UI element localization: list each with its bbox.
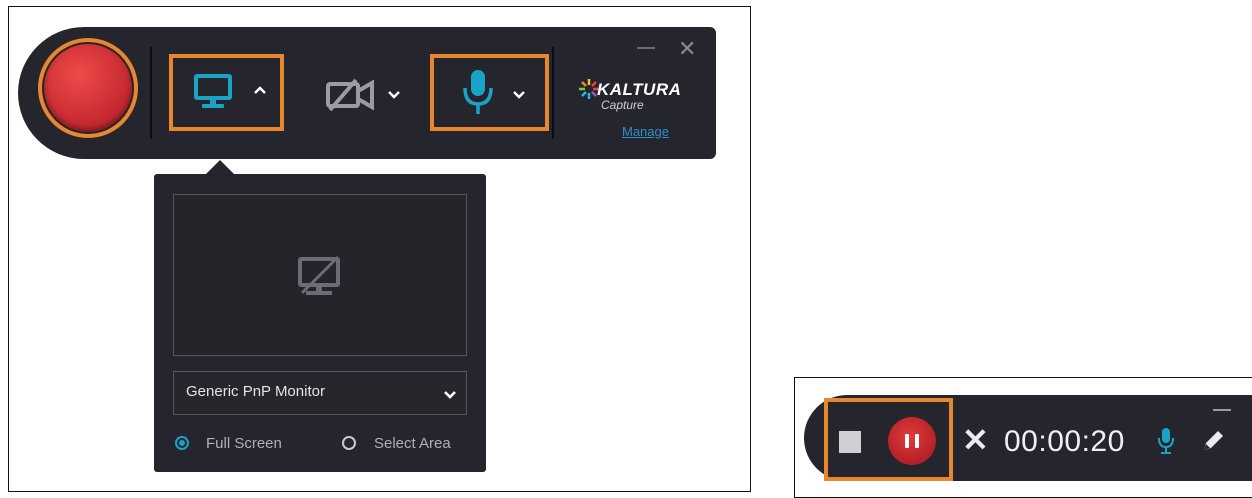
radio-full-screen-label[interactable]: Full Screen: [206, 435, 282, 452]
toolbar-divider: [150, 47, 152, 139]
monitor-select-value: Generic PnP Monitor: [186, 383, 325, 400]
chevron-down-icon[interactable]: [511, 88, 527, 106]
close-icon[interactable]: ✕: [962, 424, 989, 456]
radio-select-area-label[interactable]: Select Area: [374, 435, 451, 452]
microphone-icon[interactable]: [462, 68, 494, 123]
minimize-icon[interactable]: [1213, 409, 1231, 411]
brand-name: KALTURA: [597, 80, 682, 99]
microphone-icon[interactable]: [1157, 427, 1175, 460]
radio-full-screen[interactable]: [175, 436, 189, 450]
recording-timer: 00:00:20: [1004, 425, 1125, 458]
chevron-down-icon[interactable]: [386, 88, 402, 106]
monitor-off-icon: [296, 255, 344, 304]
close-icon[interactable]: ✕: [678, 38, 696, 60]
camera-off-icon[interactable]: [326, 78, 376, 117]
popover-arrow: [206, 160, 234, 174]
pencil-icon[interactable]: [1200, 428, 1226, 459]
toolbar-divider: [552, 47, 554, 139]
brand-subtitle: Capture: [601, 98, 644, 112]
chevron-up-icon[interactable]: [252, 83, 268, 101]
monitor-icon[interactable]: [193, 72, 233, 117]
radio-select-area[interactable]: [342, 436, 356, 450]
manage-link[interactable]: Manage: [622, 124, 669, 139]
record-button[interactable]: [44, 44, 132, 132]
stop-icon[interactable]: [839, 431, 861, 453]
minimize-icon[interactable]: [637, 47, 655, 49]
chevron-down-icon[interactable]: [442, 388, 458, 406]
pause-icon[interactable]: [888, 417, 936, 465]
